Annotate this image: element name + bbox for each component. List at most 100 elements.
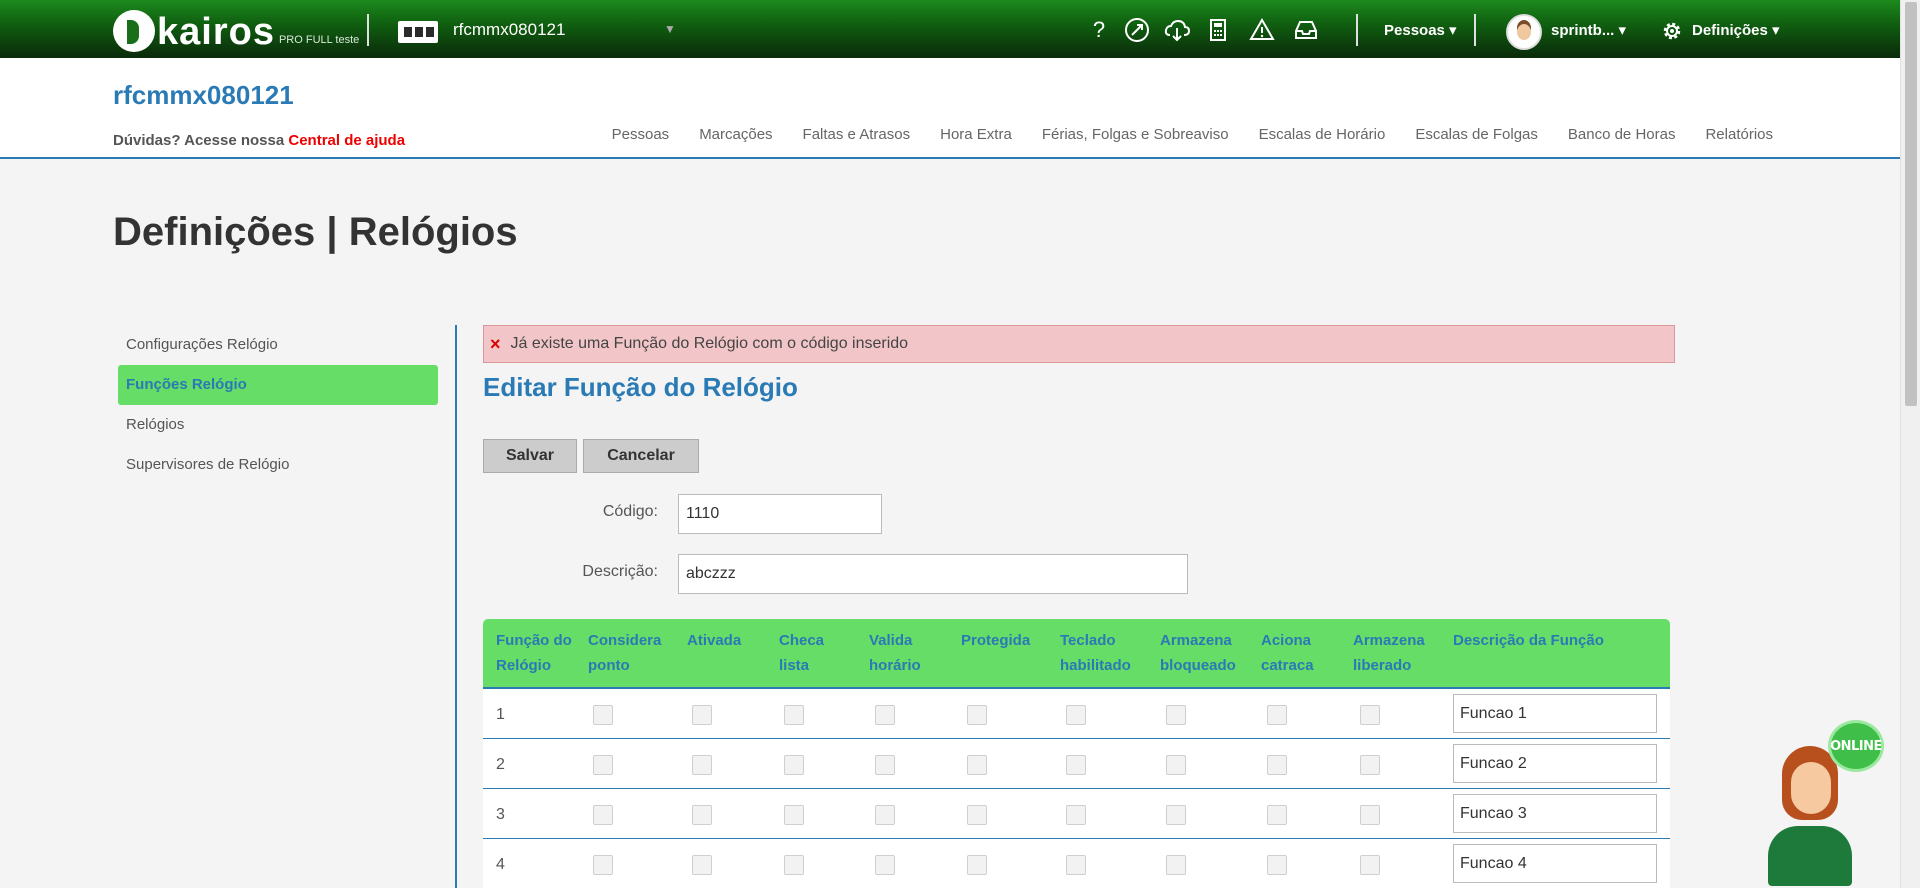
- col-checa-lista: Checa lista: [779, 632, 825, 674]
- descricao-funcao-input[interactable]: Funcao 1: [1453, 694, 1657, 733]
- col-armazena-liberado: Armazena liberado: [1353, 632, 1425, 674]
- sidebar-item-supervisores[interactable]: Supervisores de Relógio: [118, 445, 438, 485]
- checa-lista-checkbox[interactable]: [784, 855, 804, 875]
- kairos-logo[interactable]: kairos PRO FULL teste: [113, 6, 359, 52]
- armazena-liberado-checkbox[interactable]: [1360, 855, 1380, 875]
- online-chat-widget[interactable]: ONLINE: [1760, 718, 1890, 888]
- user-menu[interactable]: sprintb... ▾: [1551, 21, 1626, 39]
- armazena-bloqueado-checkbox[interactable]: [1166, 755, 1186, 775]
- armazena-bloqueado-checkbox[interactable]: [1166, 855, 1186, 875]
- avatar[interactable]: [1506, 14, 1542, 50]
- col-ativada: Ativada: [687, 632, 742, 649]
- nav-escalas-folgas[interactable]: Escalas de Folgas: [1415, 126, 1538, 143]
- nav-hora-extra[interactable]: Hora Extra: [940, 126, 1012, 143]
- row-number: 4: [496, 856, 505, 873]
- considera-ponto-checkbox[interactable]: [593, 805, 613, 825]
- inbox-icon[interactable]: [1292, 16, 1320, 44]
- nav-ferias[interactable]: Férias, Folgas e Sobreaviso: [1042, 126, 1229, 143]
- save-button[interactable]: Salvar: [483, 439, 577, 473]
- cloud-download-icon[interactable]: [1163, 16, 1191, 44]
- content-divider: [455, 325, 457, 888]
- nav-pessoas[interactable]: Pessoas: [612, 126, 670, 143]
- aciona-catraca-checkbox[interactable]: [1267, 805, 1287, 825]
- aciona-catraca-checkbox[interactable]: [1267, 755, 1287, 775]
- sidebar-item-funcoes-relogio[interactable]: Funções Relógio: [118, 365, 438, 405]
- valida-horario-checkbox[interactable]: [875, 705, 895, 725]
- ativada-checkbox[interactable]: [692, 805, 712, 825]
- checa-lista-checkbox[interactable]: [784, 805, 804, 825]
- valida-horario-checkbox[interactable]: [875, 855, 895, 875]
- error-icon: ×: [490, 333, 501, 354]
- nav-faltas-atrasos[interactable]: Faltas e Atrasos: [803, 126, 911, 143]
- nav-relatorios[interactable]: Relatórios: [1705, 126, 1773, 143]
- logo-text: kairos: [157, 11, 275, 53]
- codigo-field[interactable]: [678, 494, 882, 534]
- error-alert: × Já existe uma Função do Relógio com o …: [483, 325, 1675, 363]
- company-building-icon[interactable]: [398, 21, 438, 43]
- protegida-checkbox[interactable]: [967, 705, 987, 725]
- considera-ponto-checkbox[interactable]: [593, 855, 613, 875]
- armazena-liberado-checkbox[interactable]: [1360, 805, 1380, 825]
- row-number: 2: [496, 756, 505, 773]
- teclado-habilitado-checkbox[interactable]: [1066, 755, 1086, 775]
- sub-header: rfcmmx080121 Dúvidas? Acesse nossa Centr…: [0, 58, 1900, 159]
- help-glyph: ?: [1092, 17, 1106, 42]
- top-bar: kairos PRO FULL teste rfcmmx080121 ▼ ? P…: [0, 0, 1900, 58]
- gear-icon[interactable]: [1660, 19, 1684, 43]
- error-message: Já existe uma Função do Relógio com o có…: [510, 335, 909, 352]
- checa-lista-checkbox[interactable]: [784, 755, 804, 775]
- sidebar-item-relogios[interactable]: Relógios: [118, 405, 438, 445]
- teclado-habilitado-checkbox[interactable]: [1066, 805, 1086, 825]
- warning-icon[interactable]: [1248, 16, 1276, 44]
- scrollbar-thumb[interactable]: [1905, 2, 1917, 406]
- help-icon[interactable]: ?: [1085, 16, 1113, 44]
- descricao-funcao-input[interactable]: Funcao 4: [1453, 844, 1657, 883]
- armazena-liberado-checkbox[interactable]: [1360, 705, 1380, 725]
- definicoes-menu[interactable]: Definições ▾: [1692, 21, 1780, 39]
- valida-horario-checkbox[interactable]: [875, 755, 895, 775]
- armazena-bloqueado-checkbox[interactable]: [1166, 805, 1186, 825]
- rocket-icon[interactable]: [1123, 16, 1151, 44]
- aciona-catraca-checkbox[interactable]: [1267, 855, 1287, 875]
- kairos-logo-icon: [113, 10, 155, 52]
- table-row: 2 Funcao 2: [483, 739, 1670, 789]
- scrollbar[interactable]: [1900, 0, 1920, 888]
- ativada-checkbox[interactable]: [692, 755, 712, 775]
- ativada-checkbox[interactable]: [692, 705, 712, 725]
- col-aciona-catraca: Aciona catraca: [1261, 632, 1314, 674]
- nav-banco-horas[interactable]: Banco de Horas: [1568, 126, 1676, 143]
- ativada-checkbox[interactable]: [692, 855, 712, 875]
- descricao-funcao-input[interactable]: Funcao 2: [1453, 744, 1657, 783]
- teclado-habilitado-checkbox[interactable]: [1066, 705, 1086, 725]
- chevron-down-icon[interactable]: ▼: [664, 22, 676, 36]
- online-badge[interactable]: ONLINE: [1828, 720, 1884, 772]
- checa-lista-checkbox[interactable]: [784, 705, 804, 725]
- protegida-checkbox[interactable]: [967, 755, 987, 775]
- cancel-button[interactable]: Cancelar: [583, 439, 699, 473]
- agent-face: [1791, 762, 1831, 814]
- row-number: 3: [496, 806, 505, 823]
- col-protegida: Protegida: [961, 632, 1031, 649]
- calculator-icon[interactable]: [1204, 16, 1232, 44]
- sidebar-item-configuracoes-relogio[interactable]: Configurações Relógio: [118, 325, 438, 365]
- col-armazena-bloqueado: Armazena bloqueado: [1160, 632, 1236, 674]
- considera-ponto-checkbox[interactable]: [593, 755, 613, 775]
- descricao-funcao-input[interactable]: Funcao 3: [1453, 794, 1657, 833]
- valida-horario-checkbox[interactable]: [875, 805, 895, 825]
- pessoas-menu[interactable]: Pessoas ▾: [1384, 21, 1457, 39]
- nav-escalas-horario[interactable]: Escalas de Horário: [1259, 126, 1386, 143]
- help-center-link[interactable]: Central de ajuda: [288, 132, 405, 149]
- armazena-liberado-checkbox[interactable]: [1360, 755, 1380, 775]
- divider: [367, 14, 369, 46]
- aciona-catraca-checkbox[interactable]: [1267, 705, 1287, 725]
- armazena-bloqueado-checkbox[interactable]: [1166, 705, 1186, 725]
- funcoes-table: Função do Relógio Considera ponto Ativada …: [483, 619, 1670, 888]
- protegida-checkbox[interactable]: [967, 855, 987, 875]
- teclado-habilitado-checkbox[interactable]: [1066, 855, 1086, 875]
- nav-marcacoes[interactable]: Marcações: [699, 126, 772, 143]
- descricao-field[interactable]: [678, 554, 1188, 594]
- considera-ponto-checkbox[interactable]: [593, 705, 613, 725]
- col-teclado-habilitado: Teclado habilitado: [1060, 632, 1131, 674]
- protegida-checkbox[interactable]: [967, 805, 987, 825]
- company-selector[interactable]: rfcmmx080121: [453, 20, 565, 40]
